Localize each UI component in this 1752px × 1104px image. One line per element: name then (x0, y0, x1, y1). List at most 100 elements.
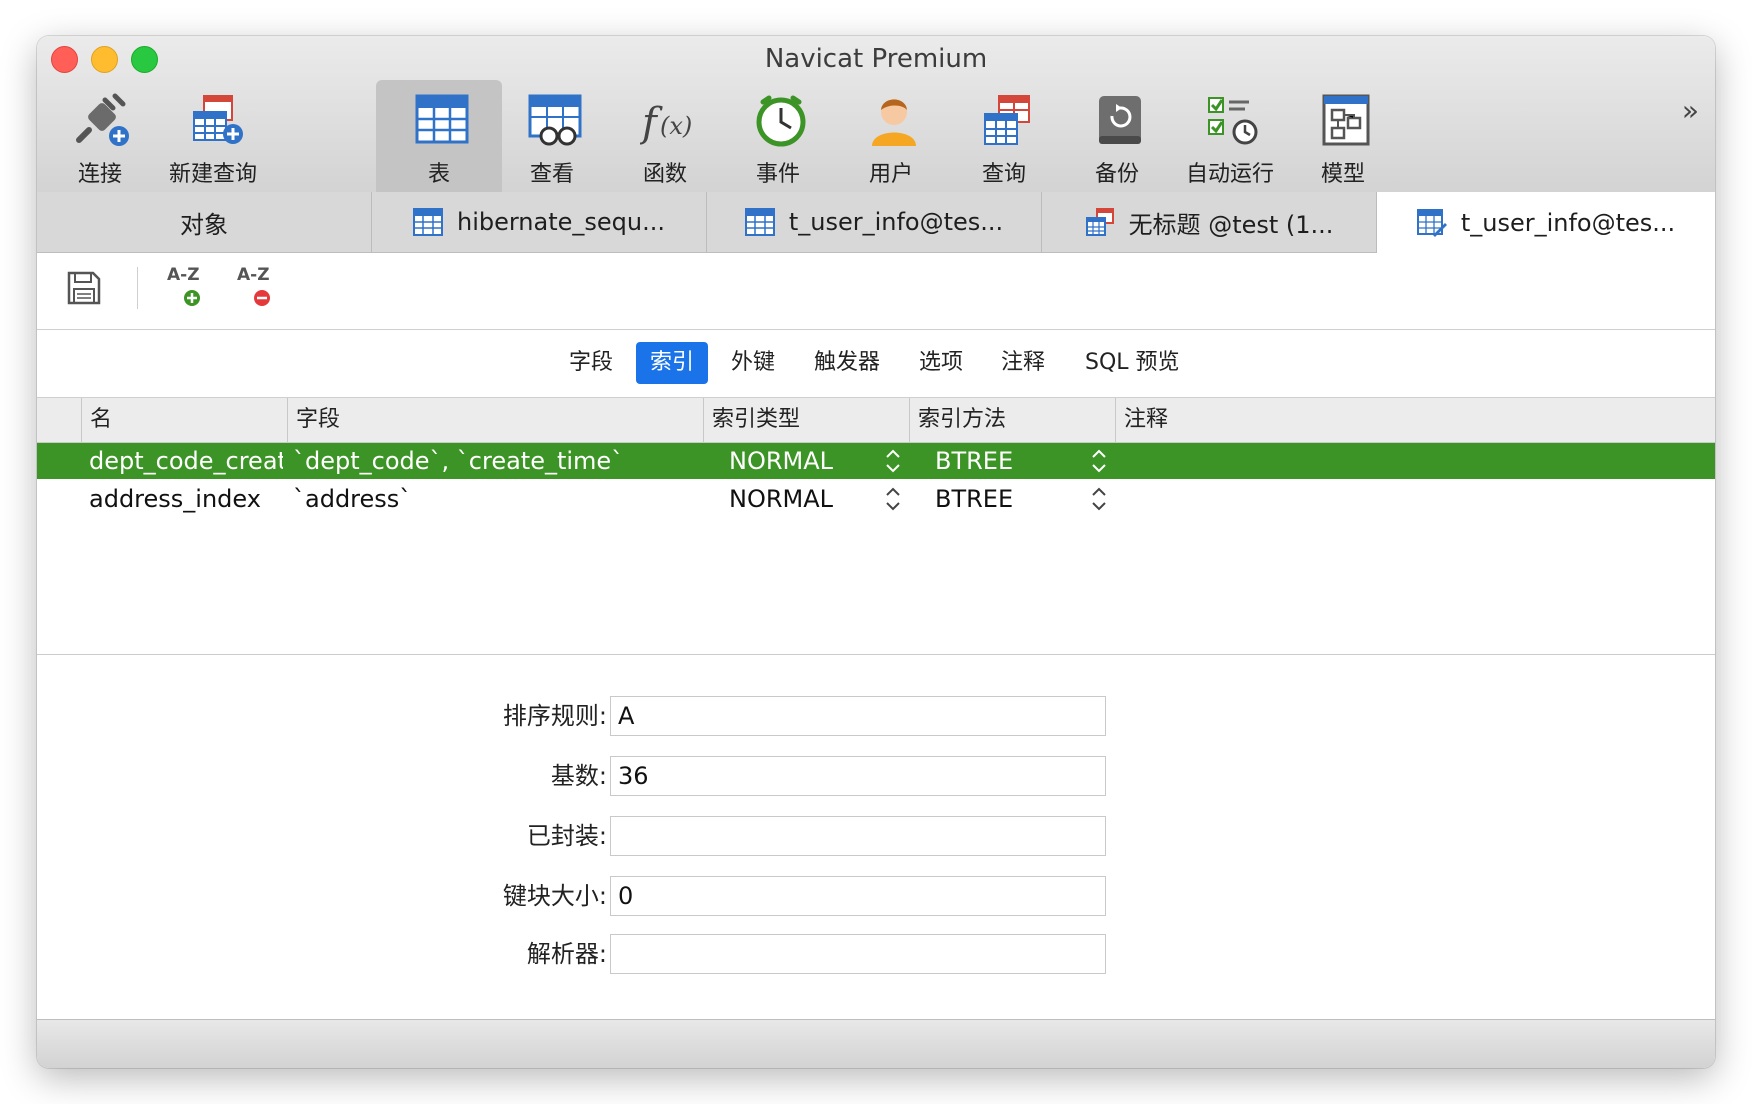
toolbar-label: 模型 (1320, 162, 1365, 187)
table-icon (415, 94, 469, 144)
tab-label: t_user_info@tes... (1460, 208, 1676, 237)
tab-label: hibernate_sequ... (456, 208, 666, 236)
clock-icon (756, 95, 806, 147)
packed-field[interactable] (610, 816, 1106, 856)
toolbar-divider (137, 267, 138, 309)
cell-index-type[interactable]: NORMAL (729, 443, 879, 479)
column-header-name[interactable]: 名 (81, 398, 287, 442)
toolbar-label: 备份 (1094, 162, 1139, 187)
app-window: Navicat Premium 连接 新建查询 表 查看 f (x) 函数 事件… (37, 36, 1715, 1068)
tab-sql-preview[interactable]: SQL 预览 (1071, 342, 1194, 384)
model-icon (1322, 94, 1370, 146)
toolbar-label: 查询 (981, 162, 1026, 187)
new-query-icon (193, 95, 243, 144)
cardinality-label: 基数: (550, 762, 607, 790)
editor-toolbar: A-Z A-Z (37, 253, 1715, 330)
cell-index-fields[interactable]: `dept_code`, `create_time` (293, 443, 693, 479)
window-title: Navicat Premium (764, 44, 988, 74)
toolbar-new-query-button[interactable]: 新建查询 (150, 80, 276, 192)
key-block-size-field[interactable]: 0 (610, 876, 1106, 916)
grid-divider (37, 654, 1715, 655)
toolbar-label: 函数 (642, 162, 687, 187)
collation-label: 排序规则: (502, 702, 607, 730)
query-icon (984, 95, 1030, 145)
toolbar-table-button[interactable]: 表 (376, 80, 502, 192)
toolbar-user-button[interactable]: 用户 (828, 80, 954, 192)
tab-t-user-info-design[interactable]: t_user_info@tes... (1377, 192, 1715, 253)
cardinality-field[interactable]: 36 (610, 756, 1106, 796)
column-header-index-type[interactable]: 索引类型 (703, 398, 909, 442)
toolbar-label: 用户 (868, 162, 913, 187)
view-icon (528, 94, 582, 146)
user-icon (872, 99, 916, 146)
cell-index-comment[interactable] (1123, 443, 1703, 479)
table-row[interactable]: address_index `address` NORMAL BTREE (37, 481, 1715, 517)
document-tab-bar: 对象 hibernate_sequ... t_user_info@tes... (37, 192, 1715, 253)
cell-index-name[interactable]: address_index (89, 481, 283, 517)
parser-label: 解析器: (526, 940, 607, 968)
key-block-size-label: 键块大小: (502, 882, 607, 910)
toolbar-label: 事件 (755, 162, 800, 187)
tab-options[interactable]: 选项 (905, 342, 977, 384)
tab-t-user-info-data[interactable]: t_user_info@tes... (707, 192, 1042, 252)
query-icon (1085, 208, 1114, 236)
plug-add-icon (76, 93, 129, 146)
updown-chevron-icon[interactable] (1091, 485, 1107, 513)
toolbar-label: 连接 (77, 162, 122, 187)
tab-fields[interactable]: 字段 (555, 342, 627, 384)
tab-label: 无标题 @test (1... (1128, 210, 1334, 239)
toolbar-overflow-button[interactable]: » (1682, 94, 1699, 127)
tab-label: t_user_info@tes... (788, 208, 1004, 236)
toolbar-automation-button[interactable]: 自动运行 (1167, 80, 1293, 192)
sort-label: A-Z (237, 265, 270, 285)
parser-field[interactable] (610, 934, 1106, 974)
toolbar-function-button[interactable]: f (x) 函数 (602, 80, 728, 192)
delete-index-button[interactable]: A-Z (237, 265, 281, 315)
title-toolbar: Navicat Premium 连接 新建查询 表 查看 f (x) 函数 事件… (37, 36, 1715, 193)
toolbar-label: 表 (427, 162, 450, 187)
column-header-comment[interactable]: 注释 (1115, 398, 1715, 442)
toolbar-view-button[interactable]: 查看 (489, 80, 615, 192)
tab-hibernate-sequence[interactable]: hibernate_sequ... (372, 192, 707, 252)
tab-indexes[interactable]: 索引 (636, 342, 709, 384)
plus-circle-icon (184, 290, 200, 306)
table-icon (412, 208, 443, 236)
toolbar-event-button[interactable]: 事件 (715, 80, 841, 192)
toolbar-query-button[interactable]: 查询 (941, 80, 1067, 192)
table-edit-icon (1416, 208, 1447, 237)
cell-index-method[interactable]: BTREE (935, 481, 1085, 517)
save-icon[interactable] (67, 271, 101, 305)
table-icon (744, 208, 775, 236)
column-header-fields[interactable]: 字段 (287, 398, 703, 442)
designer-subtabs: 字段 索引 外键 触发器 选项 注释 SQL 预览 (37, 330, 1715, 398)
cell-index-type[interactable]: NORMAL (729, 481, 879, 517)
tab-triggers[interactable]: 触发器 (800, 342, 894, 384)
updown-chevron-icon[interactable] (885, 485, 901, 513)
tab-foreign-keys[interactable]: 外键 (717, 342, 789, 384)
svg-text:(x): (x) (660, 112, 692, 140)
updown-chevron-icon[interactable] (1091, 447, 1107, 475)
table-row[interactable]: dept_code_creat `dept_code`, `create_tim… (37, 443, 1715, 479)
toolbar-backup-button[interactable]: 备份 (1054, 80, 1180, 192)
updown-chevron-icon[interactable] (885, 447, 901, 475)
function-icon: f (x) (640, 100, 692, 146)
cell-index-comment[interactable] (1123, 481, 1703, 517)
tab-untitled-query[interactable]: 无标题 @test (1... (1042, 192, 1377, 252)
cell-index-fields[interactable]: `address` (293, 481, 693, 517)
collation-field[interactable]: A (610, 696, 1106, 736)
backup-icon (1099, 96, 1141, 144)
toolbar-connect-button[interactable]: 连接 (37, 80, 163, 192)
tab-label: 对象 (180, 210, 228, 239)
packed-label: 已封装: (526, 822, 607, 850)
cell-index-name[interactable]: dept_code_creat (89, 443, 283, 479)
add-index-button[interactable]: A-Z (167, 265, 211, 315)
toolbar-label: 自动运行 (1185, 162, 1274, 187)
automation-icon (1208, 97, 1258, 145)
tab-comments[interactable]: 注释 (987, 342, 1059, 384)
index-grid-header: 名 字段 索引类型 索引方法 注释 (37, 398, 1715, 443)
cell-index-method[interactable]: BTREE (935, 443, 1085, 479)
column-header-index-method[interactable]: 索引方法 (909, 398, 1115, 442)
toolbar-model-button[interactable]: 模型 (1280, 80, 1406, 192)
tab-objects[interactable]: 对象 (37, 192, 372, 252)
toolbar-label: 查看 (529, 162, 574, 187)
